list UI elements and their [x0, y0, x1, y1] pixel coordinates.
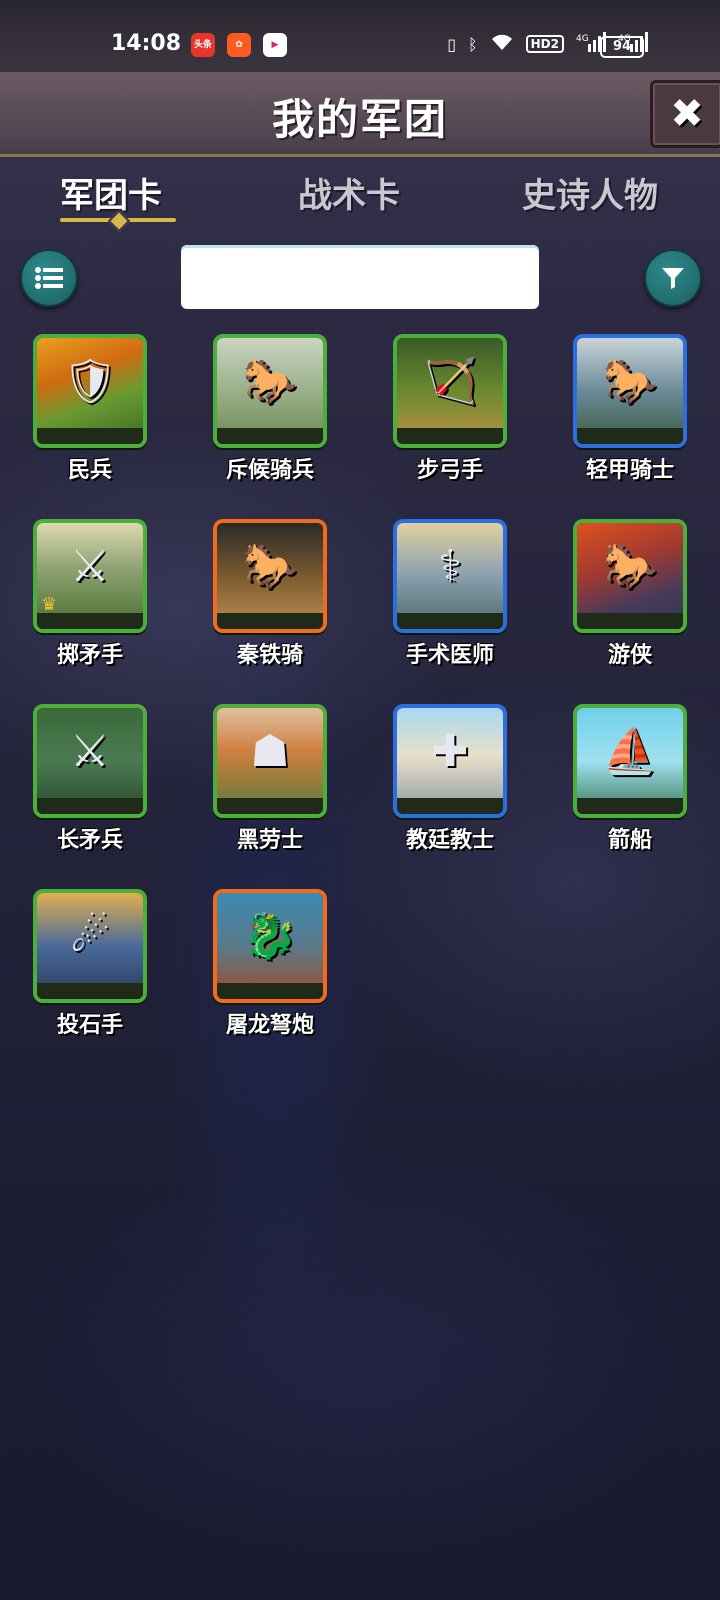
svg-text:4G: 4G: [576, 34, 589, 44]
card-portrait-frame: 🛡: [33, 334, 147, 448]
kuaishou-app-icon: ✿: [227, 33, 251, 57]
tab-epic-characters[interactable]: 史诗人物: [522, 168, 658, 217]
card-grass-trim: [217, 798, 323, 814]
helot-figure-icon: ☗: [250, 726, 290, 777]
battery-icon: 94: [600, 36, 648, 58]
card-grass-trim: [577, 428, 683, 444]
list-icon: [35, 267, 63, 289]
militia-figure-icon: 🛡: [62, 356, 118, 407]
card-grass-trim: [397, 798, 503, 814]
unit-card[interactable]: 🛡 民兵: [33, 334, 147, 484]
card-portrait-frame: 🐎: [573, 334, 687, 448]
list-view-button[interactable]: [20, 249, 78, 307]
card-portrait-frame: 🐎: [213, 334, 327, 448]
card-grass-trim: [37, 983, 143, 999]
card-name: 投石手: [56, 1013, 123, 1038]
filter-icon: [662, 268, 684, 289]
unit-card[interactable]: 🐎 秦铁骑: [213, 519, 327, 669]
card-grass-trim: [217, 613, 323, 629]
vibrate-icon: ▯: [447, 34, 457, 54]
video-app-icon: ▶: [263, 33, 287, 57]
bluetooth-icon: ᛒ: [468, 34, 478, 54]
unit-card[interactable]: ⚔ ♛ 掷矛手: [33, 519, 147, 669]
card-portrait-frame: ☗: [213, 704, 327, 818]
dragon-ballista-figure-icon: 🐉: [242, 911, 298, 962]
card-portrait-frame: ✚: [393, 704, 507, 818]
unit-card[interactable]: ☗ 黑劳士: [213, 704, 327, 854]
ranger-figure-icon: 🐎: [602, 541, 658, 592]
card-portrait-frame: ⚔: [33, 704, 147, 818]
unit-card[interactable]: 🐎 游侠: [573, 519, 687, 669]
card-grass-trim: [217, 983, 323, 999]
card-name: 掷矛手: [56, 643, 123, 668]
tab-tactic-cards[interactable]: 战术卡: [298, 168, 400, 217]
unit-card[interactable]: 🐉 屠龙弩炮: [213, 889, 327, 1039]
card-name: 步弓手: [416, 458, 483, 483]
card-grass-trim: [217, 428, 323, 444]
surgeon-figure-icon: ⚕: [438, 541, 462, 592]
card-portrait-frame: ⛵: [573, 704, 687, 818]
slinger-figure-icon: ☄: [70, 911, 110, 962]
priest-figure-icon: ✚: [431, 726, 469, 777]
card-portrait-frame: 🐎: [213, 519, 327, 633]
status-time: 14:08: [111, 31, 182, 56]
unit-card[interactable]: ☄ 投石手: [33, 889, 147, 1039]
unit-card[interactable]: ⚕ 手术医师: [393, 519, 507, 669]
status-bar: 14:08 头条 ✿ ▶ ▯ ᛒ HD2 4G 4G 94: [0, 0, 720, 72]
card-name: 斥候骑兵: [225, 458, 314, 483]
card-portrait-frame: ⚔ ♛: [33, 519, 147, 633]
card-grass-trim: [37, 798, 143, 814]
close-button[interactable]: ✖: [650, 80, 720, 148]
card-name: 教廷教士: [405, 828, 494, 853]
card-name: 手术医师: [405, 643, 494, 668]
page-title: 我的军团: [271, 95, 448, 144]
close-icon: ✖: [670, 91, 704, 137]
light-knight-figure-icon: 🐎: [602, 356, 658, 407]
card-portrait-frame: 🏹: [393, 334, 507, 448]
card-name: 轻甲骑士: [585, 458, 674, 483]
card-grass-trim: [37, 428, 143, 444]
card-name: 秦铁骑: [236, 643, 303, 668]
filter-button[interactable]: [644, 249, 702, 307]
card-grass-trim: [397, 613, 503, 629]
card-portrait-frame: ☄: [33, 889, 147, 1003]
archer-figure-icon: 🏹: [422, 356, 478, 407]
search-input[interactable]: [181, 245, 539, 309]
unit-card[interactable]: ✚ 教廷教士: [393, 704, 507, 854]
hd-icon: HD2: [525, 35, 564, 53]
javelin-figure-icon: ⚔: [70, 541, 110, 592]
toutiao-app-icon: 头条: [191, 33, 215, 57]
card-portrait-frame: 🐎: [573, 519, 687, 633]
card-portrait-frame: ⚕: [393, 519, 507, 633]
card-name: 箭船: [607, 828, 652, 853]
unit-card[interactable]: 🐎 轻甲骑士: [573, 334, 687, 484]
card-grass-trim: [577, 798, 683, 814]
card-name: 游侠: [607, 643, 652, 668]
unit-card[interactable]: ⚔ 长矛兵: [33, 704, 147, 854]
unit-card[interactable]: 🏹 步弓手: [393, 334, 507, 484]
wifi-icon: [490, 33, 514, 55]
tab-legion-cards[interactable]: 军团卡: [60, 168, 162, 217]
card-name: 屠龙弩炮: [225, 1013, 314, 1038]
card-portrait-frame: 🐉: [213, 889, 327, 1003]
qin-cavalry-figure-icon: 🐎: [242, 541, 298, 592]
header-bar: 我的军团: [0, 72, 720, 157]
card-name: 长矛兵: [56, 828, 123, 853]
scout-cavalry-figure-icon: 🐎: [242, 356, 298, 407]
card-grass-trim: [577, 613, 683, 629]
unit-card[interactable]: 🐎 斥候骑兵: [213, 334, 327, 484]
crown-icon: ♛: [41, 594, 58, 615]
spearman-figure-icon: ⚔: [70, 726, 110, 777]
arrow-ship-figure-icon: ⛵: [602, 726, 658, 777]
card-name: 黑劳士: [236, 828, 303, 853]
card-grass-trim: [397, 428, 503, 444]
card-name: 民兵: [67, 458, 112, 483]
unit-card[interactable]: ⛵ 箭船: [573, 704, 687, 854]
card-grass-trim: [37, 613, 143, 629]
